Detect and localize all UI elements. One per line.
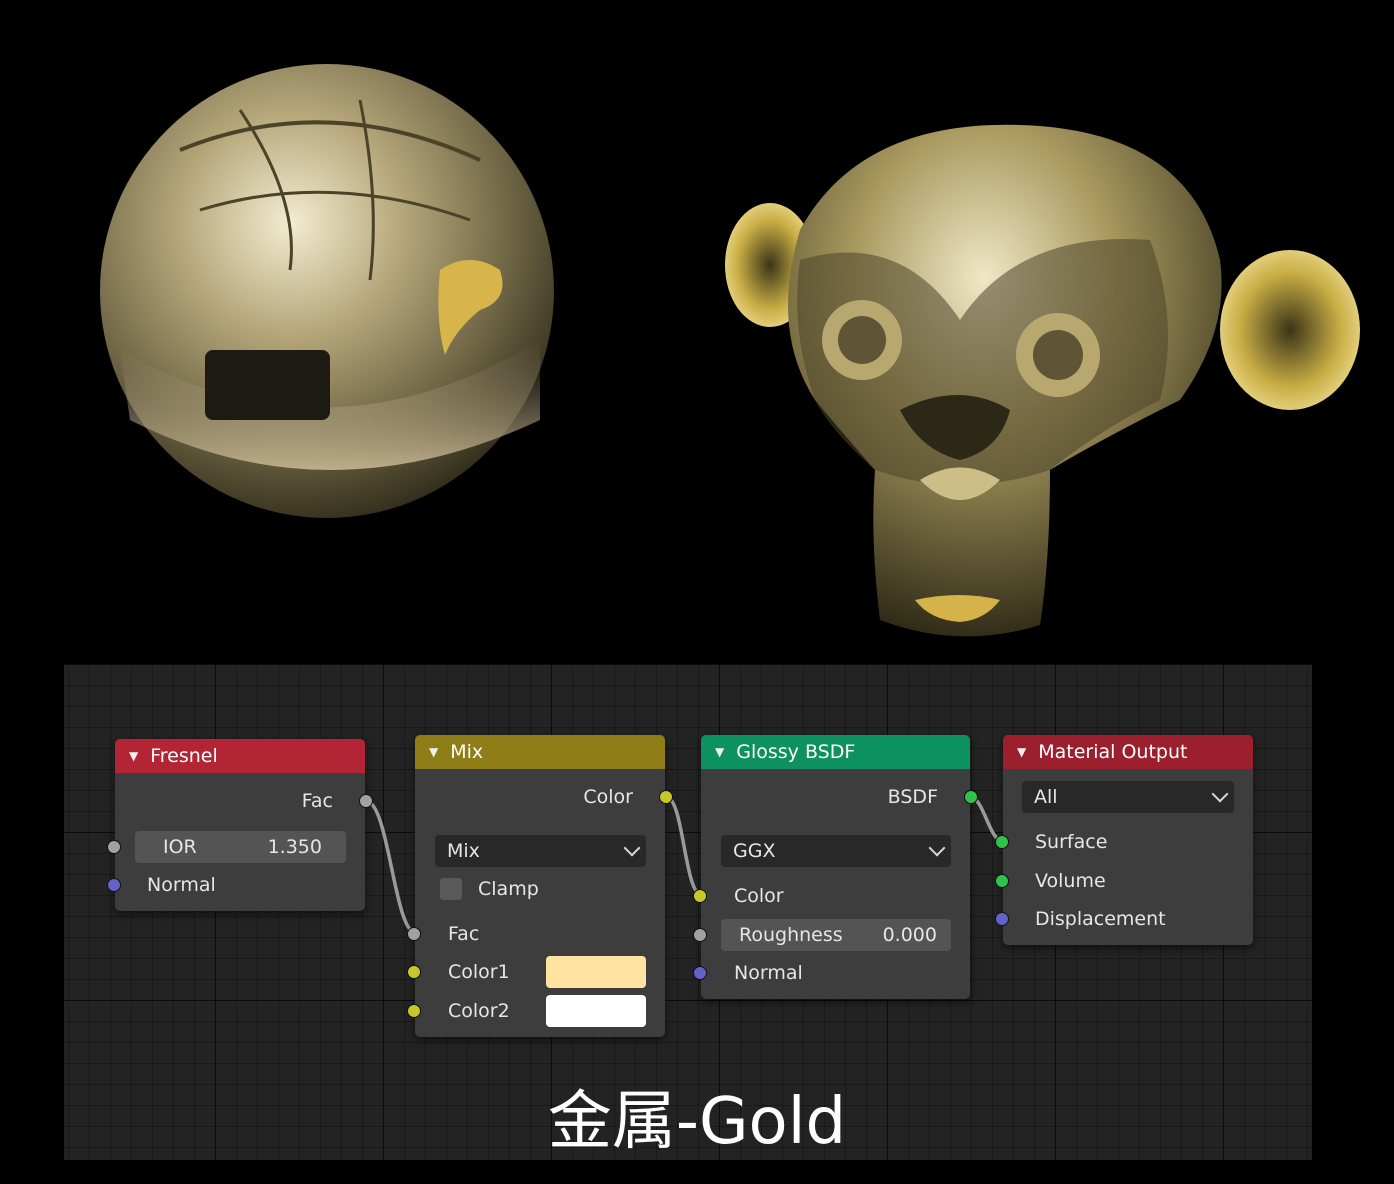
chevron-down-icon bbox=[1211, 785, 1229, 803]
mix-color2-label: Color2 bbox=[448, 1000, 510, 1022]
mix-color2-swatch[interactable] bbox=[546, 995, 646, 1027]
material-output-node-title: Material Output bbox=[1038, 741, 1188, 763]
fresnel-node-title: Fresnel bbox=[150, 745, 218, 767]
mix-clamp-label: Clamp bbox=[478, 878, 539, 900]
glossy-distribution-dropdown[interactable]: GGX bbox=[721, 835, 951, 867]
mix-color2-input-socket[interactable] bbox=[407, 1004, 421, 1018]
mix-color1-label: Color1 bbox=[448, 961, 510, 983]
gold-sphere-render bbox=[100, 64, 554, 518]
mix-node[interactable]: ▼ Mix Color Mix Clamp Fac Color1 Color2 bbox=[407, 735, 673, 1037]
glossy-color-label: Color bbox=[734, 885, 784, 907]
material-output-node-header[interactable]: ▼ Material Output bbox=[1003, 735, 1253, 769]
glossy-roughness-value: 0.000 bbox=[882, 924, 937, 946]
glossy-roughness-input-socket[interactable] bbox=[693, 928, 707, 942]
mix-fac-input-socket[interactable] bbox=[407, 927, 421, 941]
glossy-bsdf-node-title: Glossy BSDF bbox=[736, 741, 856, 763]
fresnel-fac-output-label: Fac bbox=[301, 790, 333, 812]
output-target-dropdown[interactable]: All bbox=[1022, 781, 1234, 813]
chevron-down-icon bbox=[928, 839, 946, 857]
chevron-down-icon bbox=[623, 839, 641, 857]
mix-blend-mode-dropdown[interactable]: Mix bbox=[435, 835, 646, 867]
mix-clamp-checkbox[interactable] bbox=[440, 878, 462, 900]
mix-node-title: Mix bbox=[450, 741, 484, 763]
link-fresnel-fac-to-mix-fac bbox=[365, 799, 417, 935]
output-surface-input-socket[interactable] bbox=[995, 835, 1009, 849]
output-volume-label: Volume bbox=[1035, 870, 1106, 892]
glossy-roughness-label: Roughness bbox=[739, 924, 843, 946]
glossy-bsdf-node[interactable]: ▼ Glossy BSDF BSDF GGX Color Roughness 0… bbox=[693, 735, 978, 999]
mix-color1-swatch[interactable] bbox=[546, 956, 646, 988]
collapse-triangle-icon[interactable]: ▼ bbox=[429, 745, 438, 759]
glossy-roughness-field[interactable]: Roughness 0.000 bbox=[721, 919, 951, 951]
fresnel-ior-value: 1.350 bbox=[267, 836, 322, 858]
gold-monkey-render bbox=[725, 124, 1360, 637]
fresnel-normal-label: Normal bbox=[147, 874, 216, 896]
collapse-triangle-icon[interactable]: ▼ bbox=[715, 745, 724, 759]
mix-fac-label: Fac bbox=[448, 923, 480, 945]
render-preview-canvas bbox=[100, 64, 1360, 637]
mix-color1-input-socket[interactable] bbox=[407, 965, 421, 979]
collapse-triangle-icon[interactable]: ▼ bbox=[129, 749, 138, 763]
fresnel-ior-input-socket[interactable] bbox=[107, 840, 121, 854]
fresnel-normal-input-socket[interactable] bbox=[107, 878, 121, 892]
mix-blend-mode-value: Mix bbox=[447, 840, 480, 862]
glossy-normal-input-socket[interactable] bbox=[693, 966, 707, 980]
material-caption: 金属-Gold bbox=[547, 1085, 847, 1159]
fresnel-node-header[interactable]: ▼ Fresnel bbox=[115, 739, 365, 773]
glossy-bsdf-node-header[interactable]: ▼ Glossy BSDF bbox=[701, 735, 970, 769]
output-surface-label: Surface bbox=[1035, 831, 1108, 853]
material-output-node[interactable]: ▼ Material Output All Surface Volume Dis… bbox=[995, 735, 1253, 945]
glossy-bsdf-output-socket[interactable] bbox=[964, 790, 978, 804]
mix-color-output-label: Color bbox=[583, 786, 633, 808]
render-preview bbox=[0, 0, 1394, 660]
fresnel-fac-output-socket[interactable] bbox=[359, 794, 373, 808]
link-mix-color-to-glossy-color bbox=[665, 795, 703, 897]
mix-color-output-socket[interactable] bbox=[659, 790, 673, 804]
output-displacement-input-socket[interactable] bbox=[995, 912, 1009, 926]
glossy-distribution-value: GGX bbox=[733, 840, 776, 862]
output-target-value: All bbox=[1034, 786, 1058, 808]
mix-node-header[interactable]: ▼ Mix bbox=[415, 735, 665, 769]
fresnel-node[interactable]: ▼ Fresnel Fac IOR 1.350 Normal bbox=[107, 739, 373, 911]
glossy-normal-label: Normal bbox=[734, 962, 803, 984]
output-displacement-label: Displacement bbox=[1035, 908, 1166, 930]
fresnel-ior-label: IOR bbox=[163, 836, 197, 858]
fresnel-ior-field[interactable]: IOR 1.350 bbox=[135, 831, 346, 863]
glossy-bsdf-output-label: BSDF bbox=[887, 786, 938, 808]
output-volume-input-socket[interactable] bbox=[995, 874, 1009, 888]
glossy-color-input-socket[interactable] bbox=[693, 889, 707, 903]
collapse-triangle-icon[interactable]: ▼ bbox=[1017, 745, 1026, 759]
